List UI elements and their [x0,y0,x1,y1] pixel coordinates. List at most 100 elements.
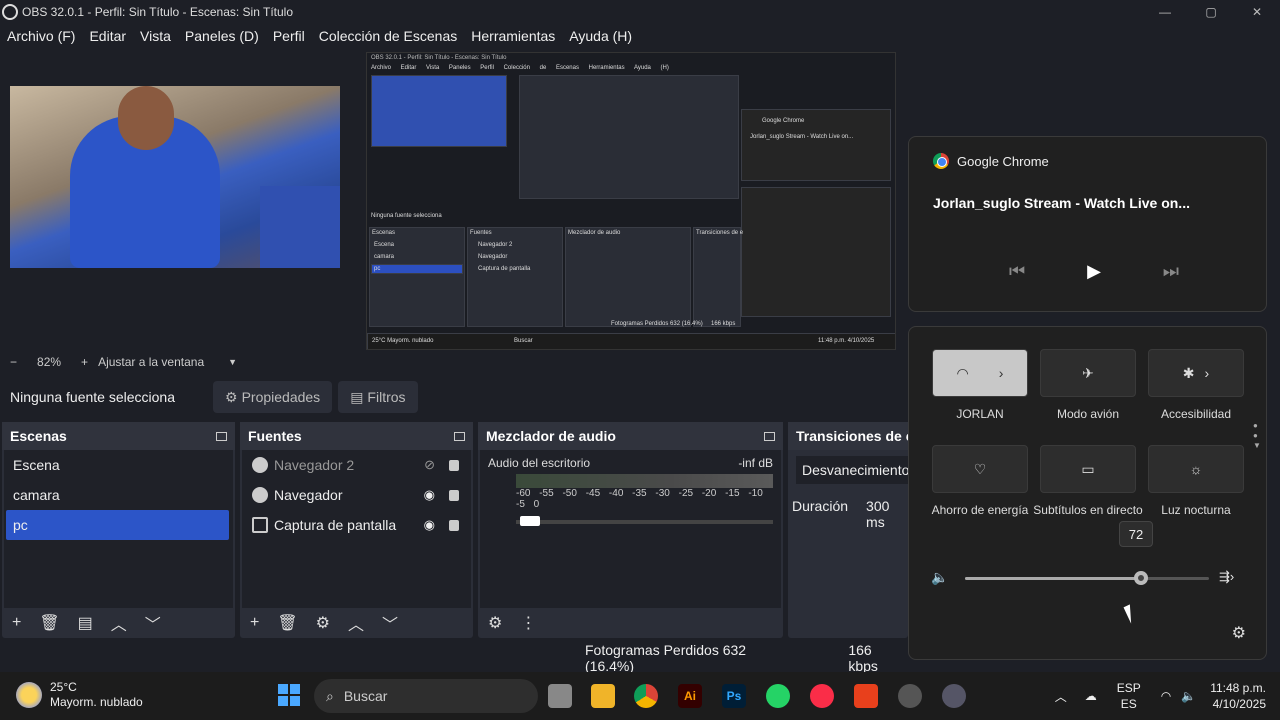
clock-time: 11:48 p.m. [1210,681,1266,695]
mixer-settings-button[interactable]: ⚙ [488,613,502,633]
zoom-in-button[interactable]: + [81,355,88,369]
eye-icon[interactable]: ◉ [424,517,435,533]
music-icon[interactable] [810,684,834,708]
source-properties-button[interactable]: ⚙ [316,613,330,633]
inner-scene: camara [374,254,395,260]
start-button[interactable] [278,684,300,706]
lock-icon[interactable] [449,459,459,471]
transition-select[interactable]: Desvanecimiento [796,456,916,484]
scene-item[interactable]: camara [4,480,233,510]
inner-clock: 11:48 p.m. 4/10/2025 [818,338,875,344]
cloud-icon[interactable]: ☁ [1085,689,1097,703]
source-item[interactable]: Navegador 2 ⊘ [242,450,471,480]
obs-taskbar-icon[interactable] [942,684,966,708]
wifi-tile[interactable]: ◠ › [932,349,1028,397]
taskbar-search[interactable]: ⌕ Buscar [314,679,538,713]
sources-dock: Fuentes Navegador 2 ⊘ Navegador ◉ Captur… [240,422,473,638]
minimize-button[interactable]: — [1142,0,1188,24]
volume-slider-thumb[interactable] [1133,571,1148,585]
menu-editar[interactable]: Editar [82,28,133,44]
inner-mezclador-title: Mezclador de audio [568,230,621,236]
more-menu-button[interactable]: ⋮ [520,613,536,633]
media-track-title: Jorlan_suglo Stream - Watch Live on... [933,195,1190,211]
status-bar: Fotogramas Perdidos 632 (16.4%) 166 kbps [0,642,905,674]
settings-gear-icon[interactable]: ⚙ [1232,623,1246,643]
obs-logo-icon [2,4,18,20]
zoom-out-button[interactable]: − [10,355,17,369]
move-down-button[interactable]: ﹀ [382,611,398,635]
remove-source-button[interactable]: 🗑 [277,613,297,633]
undock-icon[interactable] [454,431,465,441]
lock-icon[interactable] [449,519,459,531]
webcam-feed [10,86,340,268]
app-icon[interactable] [854,684,878,708]
weather-widget[interactable]: 25°C Mayorm. nublado [16,680,143,710]
maximize-button[interactable]: ▢ [1188,0,1234,24]
chrome-taskbar-icon[interactable] [634,684,658,708]
photoshop-icon[interactable]: Ps [722,684,746,708]
source-item[interactable]: Captura de pantalla ◉ [242,510,471,540]
menu-vista[interactable]: Vista [133,28,178,44]
clock-date: 4/10/2025 [1212,697,1266,711]
menu-herramientas[interactable]: Herramientas [464,28,562,44]
eye-icon[interactable]: ◉ [424,487,435,503]
search-icon: ⌕ [326,687,334,704]
move-up-button[interactable]: ︿ [348,611,364,635]
live-captions-tile[interactable]: ▭ [1040,445,1136,493]
menu-coleccion-escenas[interactable]: Colección de Escenas [312,28,465,44]
language-indicator[interactable]: ESP ES [1117,680,1141,712]
clock[interactable]: 11:48 p.m. 4/10/2025 [1210,680,1266,712]
properties-button[interactable]: ⚙ Propiedades [213,381,333,413]
chevron-up-icon[interactable]: ︿ [1055,688,1067,705]
undock-icon[interactable] [764,431,775,441]
add-source-button[interactable]: + [250,614,259,632]
previous-track-button[interactable]: ⏮ [1009,261,1025,282]
task-view-icon[interactable] [548,684,572,708]
close-button[interactable]: ✕ [1234,0,1280,24]
illustrator-icon[interactable]: Ai [678,684,702,708]
menu-perfil[interactable]: Perfil [266,28,312,44]
webcam-head [118,86,174,150]
remove-scene-button[interactable]: 🗑 [39,613,59,633]
filters-button[interactable]: ▤ Filtros [338,381,418,413]
chevron-right-icon[interactable]: › [999,365,1004,381]
accessibility-tile[interactable]: ✱ › [1148,349,1244,397]
add-scene-button[interactable]: + [12,614,21,632]
menu-ayuda[interactable]: Ayuda (H) [562,28,639,44]
app-icon[interactable] [898,684,922,708]
chevron-right-icon[interactable]: › [1205,365,1210,381]
energy-saver-tile[interactable]: ♡ [932,445,1028,493]
night-light-tile[interactable]: ☼ [1148,445,1244,493]
file-explorer-icon[interactable] [591,684,615,708]
undock-icon[interactable] [216,431,227,441]
speaker-icon[interactable]: 🔈 [1181,689,1196,703]
scene-item-selected[interactable]: pc [6,510,229,540]
fader-knob[interactable] [520,516,540,526]
weather-desc: Mayorm. nublado [50,695,143,709]
zoom-fit-select[interactable]: Ajustar a la ventana [98,355,204,369]
audio-output-icon[interactable]: ⇶› [1219,569,1234,585]
menu-archivo[interactable]: Archivo (F) [0,28,82,44]
move-up-button[interactable]: ︿ [111,611,127,635]
chevron-down-icon[interactable]: ▼ [228,357,237,367]
next-track-button[interactable]: ⏭ [1163,261,1179,282]
monitor-icon [252,517,268,533]
move-down-button[interactable]: ﹀ [145,611,161,635]
duration-input[interactable]: 300 ms [866,498,908,530]
source-item[interactable]: Navegador ◉ [242,480,471,510]
page-indicator[interactable]: ● ● ▼ [1253,421,1261,451]
airplane-tile[interactable]: ✈ [1040,349,1136,397]
speaker-icon[interactable]: 🔈 [931,569,948,586]
play-button[interactable]: ▶ [1087,261,1101,282]
whatsapp-icon[interactable] [766,684,790,708]
scene-item[interactable]: Escena [4,450,233,480]
transitions-header: Transiciones de es [788,422,921,450]
volume-fader[interactable] [516,516,773,526]
eye-hidden-icon[interactable]: ⊘ [424,457,435,473]
scene-filters-button[interactable]: ▤ [78,613,93,633]
source-toolbar: Ninguna fuente selecciona ⚙ Propiedades … [0,378,905,416]
wifi-icon[interactable]: ◠ [1161,689,1171,703]
lock-icon[interactable] [449,489,459,501]
inner-track-label: Jorlan_suglo Stream - Watch Live on... [750,134,854,140]
menu-paneles[interactable]: Paneles (D) [178,28,266,44]
